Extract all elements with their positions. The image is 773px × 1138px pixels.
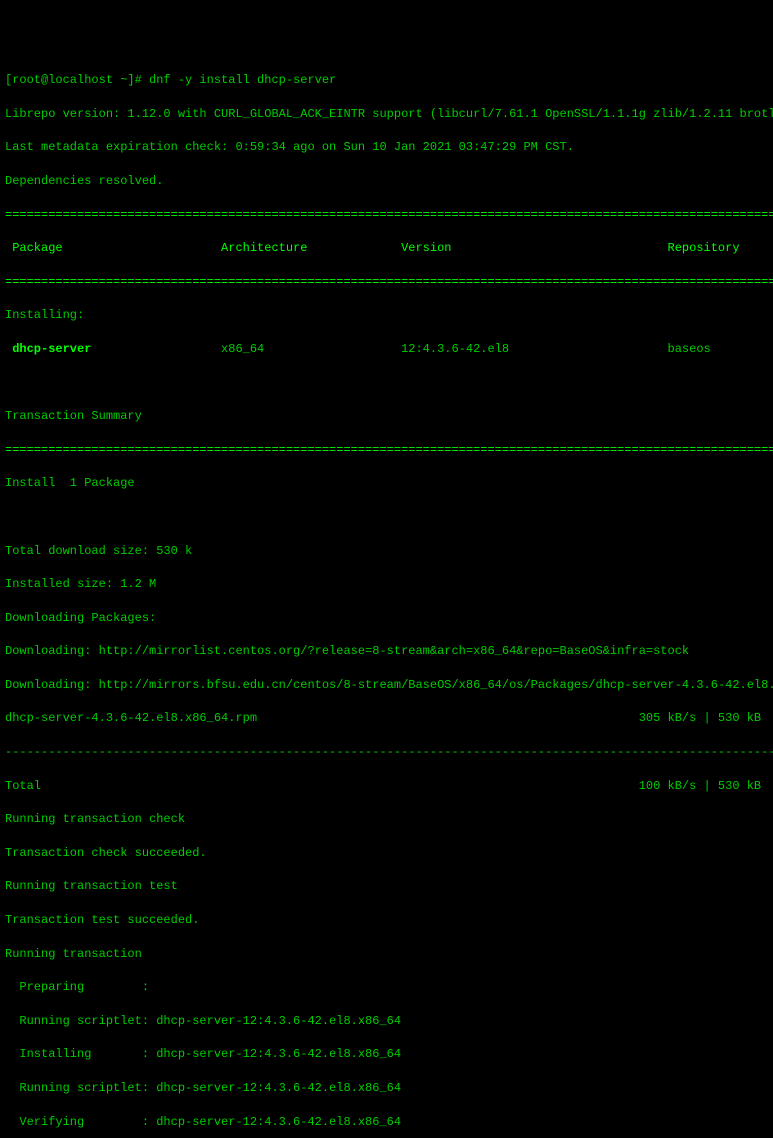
installing-label: Installing:	[5, 307, 768, 324]
blank-1	[5, 375, 768, 392]
download-size: Total download size: 530 k	[5, 543, 768, 560]
download-url-1: Downloading: http://mirrorlist.centos.or…	[5, 643, 768, 660]
running-transaction-test: Running transaction test	[5, 878, 768, 895]
separator-summary: ========================================…	[5, 442, 768, 459]
separator-top: ========================================…	[5, 207, 768, 224]
package-details: x86_64 12:4.3.6-42.el8 baseos 530 k	[91, 342, 773, 356]
blank-2	[5, 509, 768, 526]
table-header: Package Architecture Version Repository …	[5, 240, 768, 257]
verifying-step: Verifying : dhcp-server-12:4.3.6-42.el8.…	[5, 1114, 768, 1131]
package-name: dhcp-server	[5, 342, 91, 356]
separator-header: ========================================…	[5, 274, 768, 291]
running-transaction-check: Running transaction check	[5, 811, 768, 828]
rpm-download-line: dhcp-server-4.3.6-42.el8.x86_64.rpm 305 …	[5, 710, 768, 727]
installing-step: Installing : dhcp-server-12:4.3.6-42.el8…	[5, 1046, 768, 1063]
librepo-version: Librepo version: 1.12.0 with CURL_GLOBAL…	[5, 106, 768, 123]
command-prompt: [root@localhost ~]# dnf -y install dhcp-…	[5, 72, 768, 89]
metadata-check: Last metadata expiration check: 0:59:34 …	[5, 139, 768, 156]
dash-separator: ----------------------------------------…	[5, 744, 768, 761]
transaction-summary-label: Transaction Summary	[5, 408, 768, 425]
test-succeeded: Transaction test succeeded.	[5, 912, 768, 929]
package-row: dhcp-server x86_64 12:4.3.6-42.el8 baseo…	[5, 341, 768, 358]
check-succeeded: Transaction check succeeded.	[5, 845, 768, 862]
install-count: Install 1 Package	[5, 475, 768, 492]
installed-size: Installed size: 1.2 M	[5, 576, 768, 593]
total-line: Total 100 kB/s | 530 kB 00:05	[5, 778, 768, 795]
scriptlet-2: Running scriptlet: dhcp-server-12:4.3.6-…	[5, 1080, 768, 1097]
downloading-packages-label: Downloading Packages:	[5, 610, 768, 627]
download-url-2: Downloading: http://mirrors.bfsu.edu.cn/…	[5, 677, 768, 694]
running-transaction: Running transaction	[5, 946, 768, 963]
preparing-step: Preparing : 1/1	[5, 979, 768, 996]
deps-resolved: Dependencies resolved.	[5, 173, 768, 190]
scriptlet-1: Running scriptlet: dhcp-server-12:4.3.6-…	[5, 1013, 768, 1030]
